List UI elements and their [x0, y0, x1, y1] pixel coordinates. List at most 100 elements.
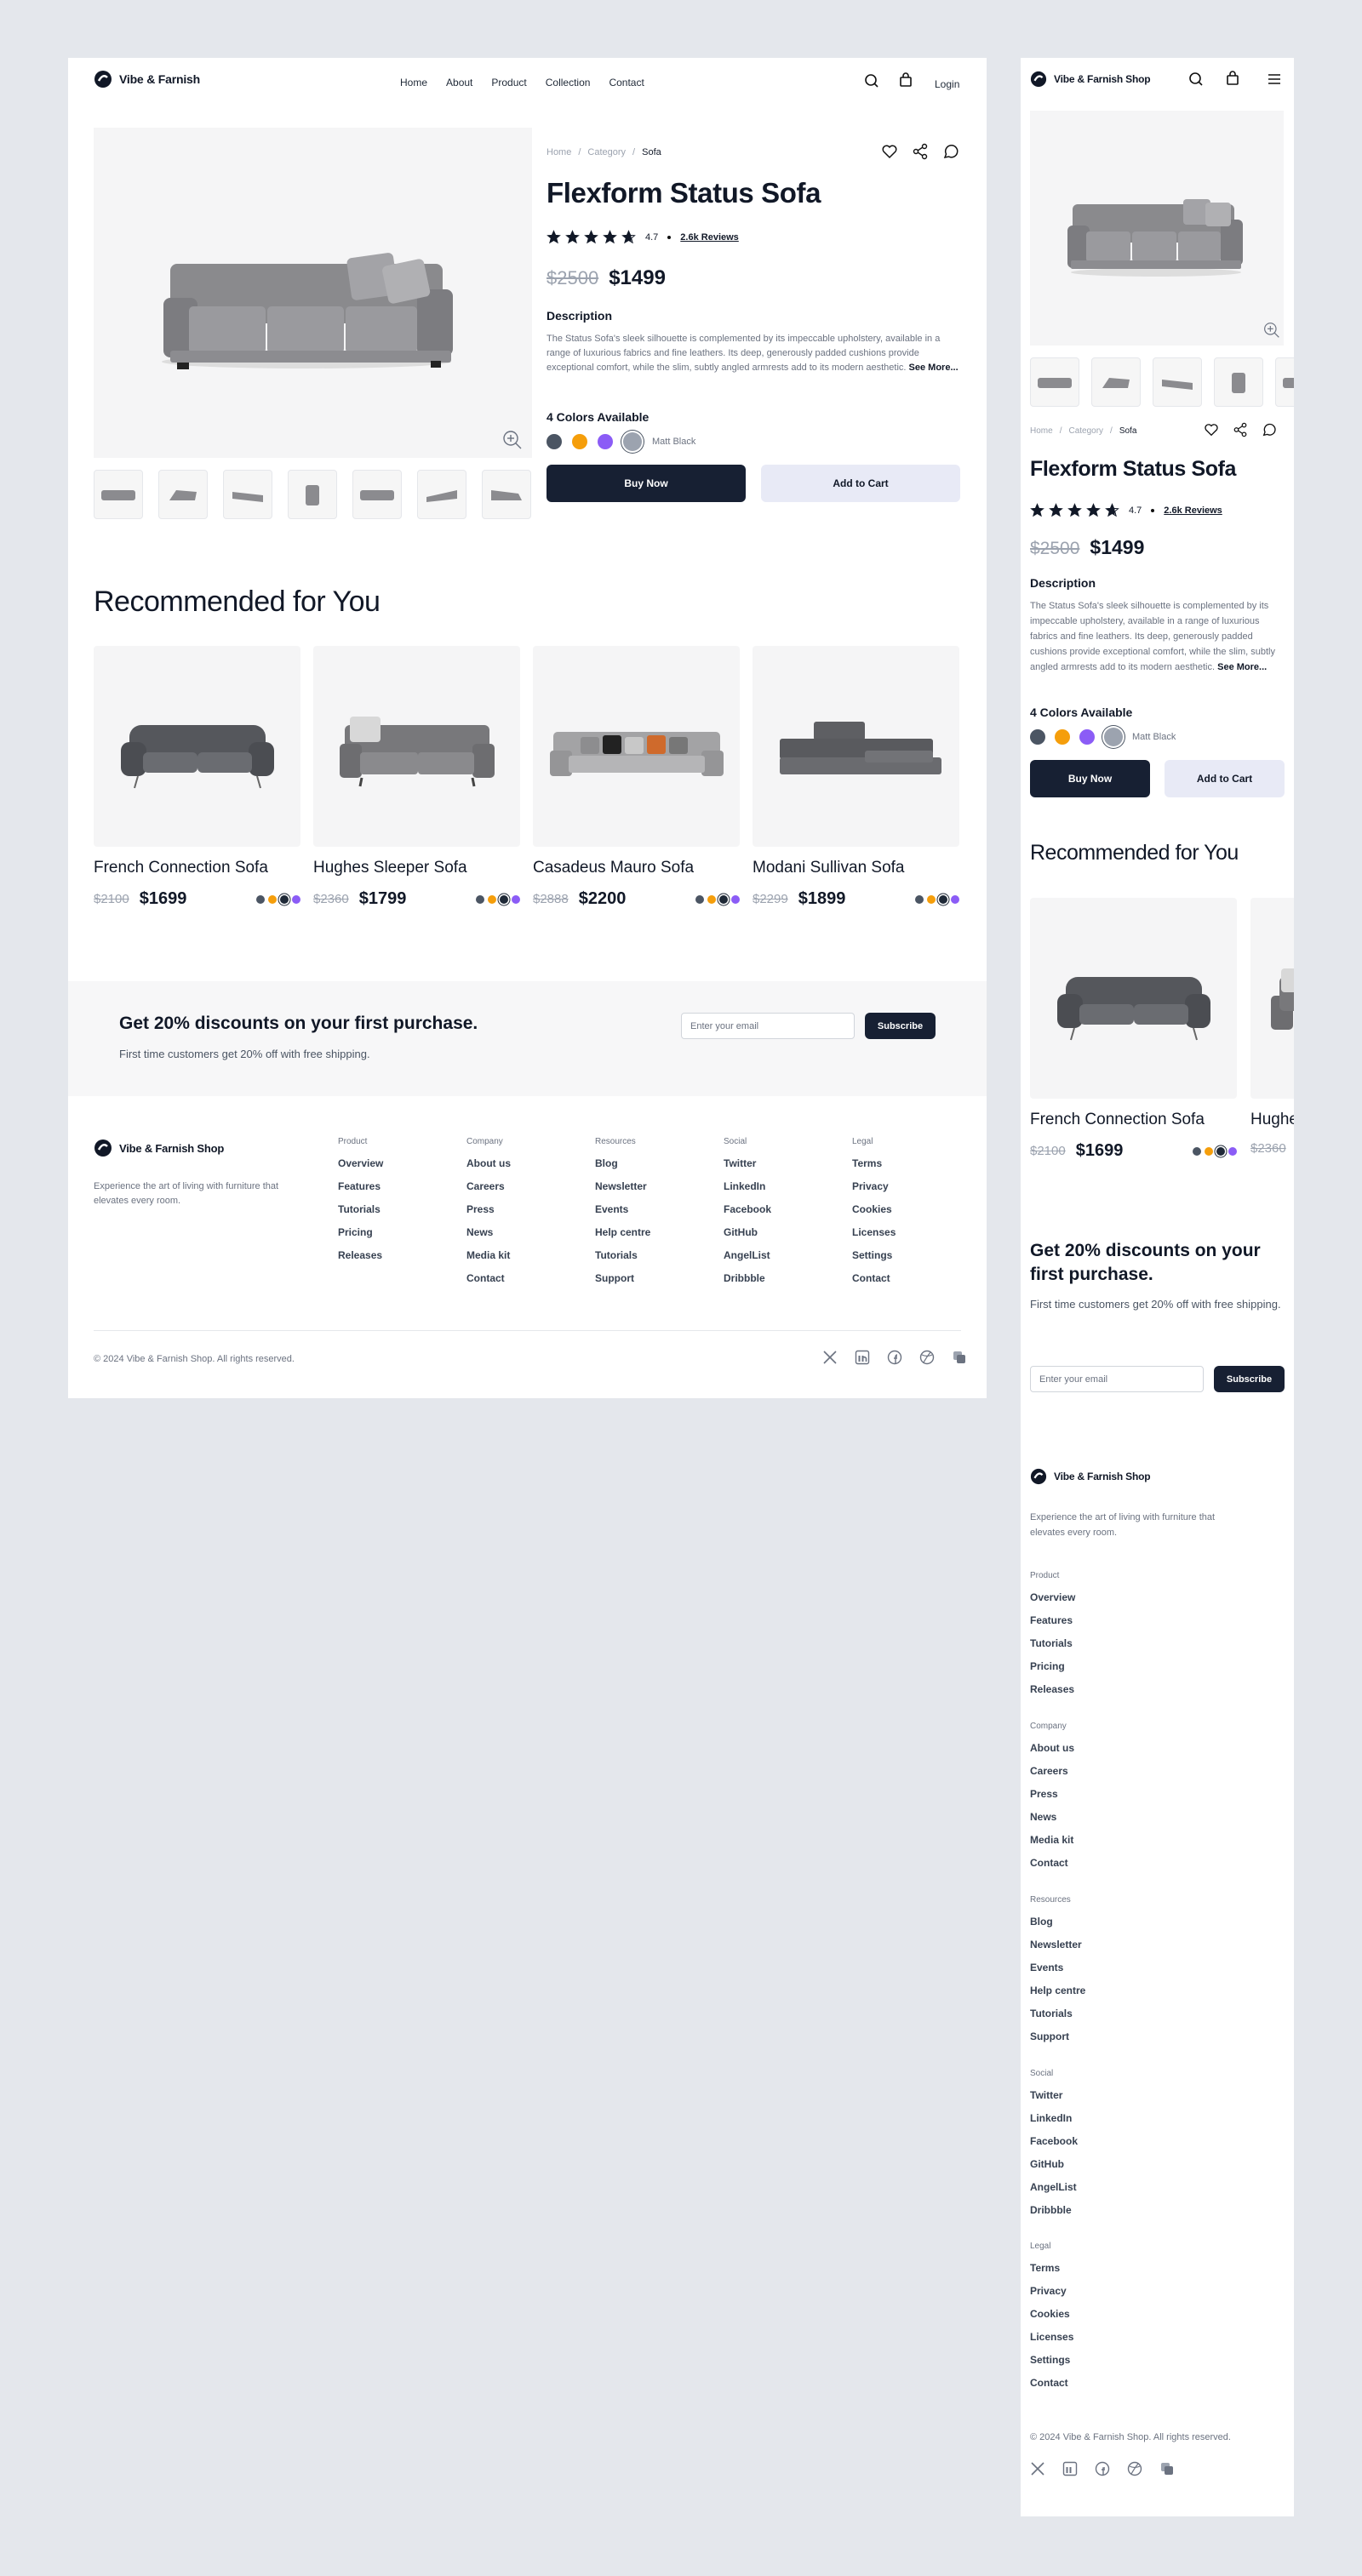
- dribbble-icon[interactable]: [1127, 2461, 1142, 2476]
- footer-link[interactable]: AngelList: [1030, 2181, 1078, 2204]
- share-icon[interactable]: [1233, 422, 1248, 437]
- footer-link[interactable]: Features: [338, 1180, 383, 1203]
- footer-link[interactable]: Tutorials: [338, 1203, 383, 1226]
- footer-link[interactable]: AngelList: [724, 1249, 771, 1272]
- color-swatch-2[interactable]: [572, 434, 587, 449]
- footer-link[interactable]: Careers: [466, 1180, 511, 1203]
- chat-icon[interactable]: [942, 143, 959, 160]
- breadcrumb-category[interactable]: Category: [587, 147, 626, 157]
- search-icon[interactable]: [864, 73, 879, 89]
- footer-link[interactable]: Terms: [852, 1157, 896, 1180]
- footer-link[interactable]: Careers: [1030, 1765, 1074, 1788]
- footer-logo[interactable]: Vibe & Farnish Shop: [94, 1139, 224, 1157]
- footer-link[interactable]: Releases: [338, 1249, 383, 1272]
- zoom-in-icon[interactable]: [1263, 322, 1280, 343]
- product-main-image[interactable]: [1030, 111, 1284, 346]
- footer-link[interactable]: Privacy: [1030, 2285, 1073, 2308]
- footer-link[interactable]: Help centre: [1030, 1985, 1085, 2008]
- product-name[interactable]: Modani Sullivan Sofa: [753, 859, 959, 877]
- footer-link[interactable]: LinkedIn: [1030, 2112, 1078, 2135]
- footer-link[interactable]: Tutorials: [1030, 1637, 1075, 1660]
- layers-icon[interactable]: [1159, 2461, 1175, 2476]
- footer-link[interactable]: Overview: [1030, 1591, 1075, 1614]
- color-swatch-3[interactable]: [598, 434, 613, 449]
- product-image[interactable]: [1030, 898, 1237, 1099]
- breadcrumb-home[interactable]: Home: [1030, 426, 1053, 436]
- footer-link[interactable]: GitHub: [1030, 2158, 1078, 2181]
- subscribe-button[interactable]: Subscribe: [865, 1013, 936, 1039]
- footer-link[interactable]: Press: [1030, 1788, 1074, 1811]
- heart-icon[interactable]: [1204, 422, 1219, 437]
- thumbnail-7[interactable]: [482, 470, 531, 519]
- subscribe-button[interactable]: Subscribe: [1214, 1366, 1285, 1392]
- thumbnail-2[interactable]: [1091, 357, 1141, 407]
- search-icon[interactable]: [1188, 71, 1204, 91]
- product-image[interactable]: [1250, 898, 1294, 1099]
- color-swatch-3[interactable]: [1079, 729, 1095, 745]
- menu-icon[interactable]: [1267, 71, 1282, 91]
- footer-link[interactable]: Dribbble: [1030, 2204, 1078, 2227]
- thumbnail-5[interactable]: [352, 470, 402, 519]
- footer-link[interactable]: Pricing: [1030, 1660, 1075, 1683]
- product-image[interactable]: [533, 646, 740, 847]
- reviews-link[interactable]: 2.6k Reviews: [680, 232, 739, 243]
- footer-link[interactable]: News: [466, 1226, 511, 1249]
- footer-link[interactable]: GitHub: [724, 1226, 771, 1249]
- footer-link[interactable]: Twitter: [724, 1157, 771, 1180]
- product-card-2[interactable]: Hughes Sleeper Sofa $2360 $1799: [313, 646, 520, 909]
- x-twitter-icon[interactable]: [1030, 2461, 1045, 2476]
- nav-contact[interactable]: Contact: [609, 77, 644, 89]
- footer-link[interactable]: Events: [1030, 1962, 1085, 1985]
- thumbnail-2[interactable]: [158, 470, 208, 519]
- nav-about[interactable]: About: [446, 77, 472, 89]
- bag-icon[interactable]: [1225, 71, 1240, 90]
- login-link[interactable]: Login: [935, 78, 959, 90]
- add-to-cart-button[interactable]: Add to Cart: [761, 465, 960, 502]
- footer-link[interactable]: Cookies: [1030, 2308, 1073, 2331]
- color-swatch-2[interactable]: [1055, 729, 1070, 745]
- brand-logo[interactable]: Vibe & Farnish Shop: [1030, 71, 1151, 88]
- footer-link[interactable]: Help centre: [595, 1226, 650, 1249]
- footer-link[interactable]: Contact: [1030, 1857, 1074, 1880]
- thumbnail-4[interactable]: [1214, 357, 1263, 407]
- bag-icon[interactable]: [898, 72, 913, 88]
- email-input[interactable]: Enter your email: [681, 1013, 855, 1039]
- buy-now-button[interactable]: Buy Now: [1030, 760, 1150, 797]
- footer-link[interactable]: About us: [1030, 1742, 1074, 1765]
- footer-link[interactable]: Twitter: [1030, 2089, 1078, 2112]
- reviews-link[interactable]: 2.6k Reviews: [1164, 505, 1222, 516]
- dribbble-icon[interactable]: [919, 1350, 935, 1365]
- footer-link[interactable]: Newsletter: [1030, 1939, 1085, 1962]
- linkedin-icon[interactable]: [855, 1350, 870, 1365]
- product-card-3[interactable]: Casadeus Mauro Sofa $2888 $2200: [533, 646, 740, 909]
- product-card-1[interactable]: French Connection Sofa $2100 $1699: [94, 646, 300, 909]
- x-twitter-icon[interactable]: [822, 1350, 838, 1365]
- footer-link[interactable]: About us: [466, 1157, 511, 1180]
- footer-link[interactable]: Overview: [338, 1157, 383, 1180]
- brand-logo[interactable]: Vibe & Farnish: [94, 70, 200, 89]
- product-image[interactable]: [313, 646, 520, 847]
- footer-link[interactable]: Terms: [1030, 2262, 1073, 2285]
- nav-product[interactable]: Product: [491, 77, 526, 89]
- footer-link[interactable]: Press: [466, 1203, 511, 1226]
- color-swatch-1[interactable]: [547, 434, 562, 449]
- thumbnail-1[interactable]: [1030, 357, 1079, 407]
- footer-link[interactable]: Newsletter: [595, 1180, 650, 1203]
- see-more-link[interactable]: See More...: [1217, 662, 1267, 672]
- footer-link[interactable]: Blog: [595, 1157, 650, 1180]
- product-image[interactable]: [753, 646, 959, 847]
- product-main-image[interactable]: [94, 128, 532, 458]
- footer-link[interactable]: Contact: [466, 1272, 511, 1295]
- color-swatch-4[interactable]: [1104, 728, 1123, 746]
- breadcrumb-category[interactable]: Category: [1068, 426, 1103, 436]
- footer-link[interactable]: Events: [595, 1203, 650, 1226]
- footer-link[interactable]: Blog: [1030, 1916, 1085, 1939]
- footer-link[interactable]: LinkedIn: [724, 1180, 771, 1203]
- color-swatch-4[interactable]: [623, 432, 642, 451]
- footer-link[interactable]: Support: [1030, 2031, 1085, 2053]
- product-name[interactable]: Hughes Sleeper Sofa: [313, 859, 520, 877]
- product-name[interactable]: French Connection Sofa: [94, 859, 300, 877]
- footer-link[interactable]: Dribbble: [724, 1272, 771, 1295]
- product-card-2[interactable]: Hughes Sleeper Sofa $2360: [1250, 898, 1294, 1156]
- share-icon[interactable]: [912, 143, 929, 160]
